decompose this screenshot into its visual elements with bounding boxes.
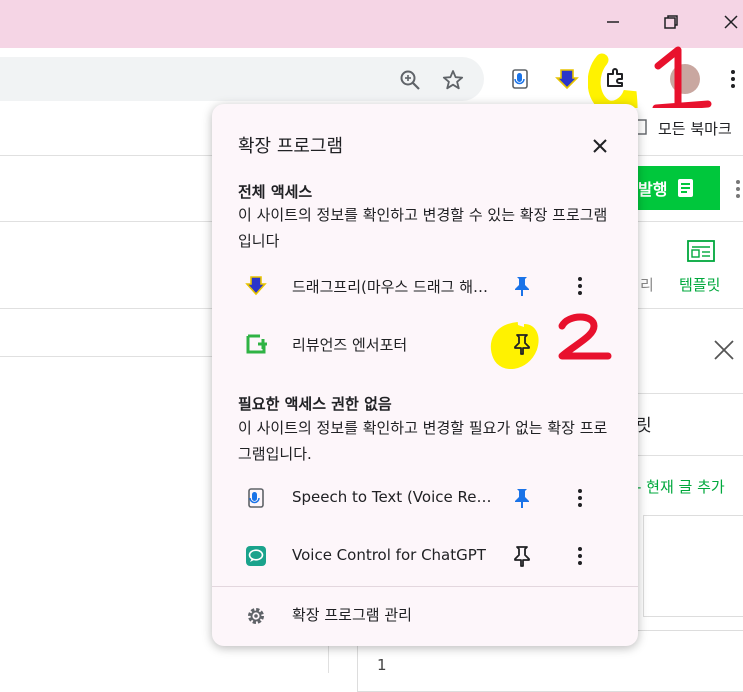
drag-free-toolbar-icon[interactable] [554,66,580,92]
annotation-step-1 [652,46,712,112]
extension-name: 리뷰언즈 엔서포터 [292,336,408,354]
speech-to-text-toolbar-icon[interactable] [507,66,533,92]
full-access-description: 이 사이트의 정보를 확인하고 변경할 수 있는 확장 프로그램입니다 [238,206,608,250]
close-window-icon[interactable] [719,10,743,34]
panel-tab-label[interactable]: 릿 [636,411,652,436]
full-access-heading: 전체 액세스 [238,183,313,201]
more-options-icon[interactable] [568,486,592,510]
speech-to-text-icon [244,486,268,510]
minimize-icon[interactable] [601,10,625,34]
restore-icon[interactable] [659,10,683,34]
template-label[interactable]: 템플릿 [679,274,720,295]
more-options-icon[interactable] [568,544,592,568]
pin-outline-icon[interactable] [510,332,534,356]
window-titlebar [0,0,743,48]
post-card[interactable] [643,515,743,617]
annotation-step-2 [558,313,612,360]
page-more-icon[interactable] [734,178,742,200]
no-access-heading: 필요한 액세스 권한 없음 [238,395,392,413]
bookmark-star-icon[interactable] [441,68,465,92]
drag-free-icon [244,274,268,298]
pin-filled-icon[interactable] [510,274,534,298]
publish-label: 발행 [638,180,668,199]
extension-row-drag-free[interactable]: 드래그프리(마우스 드래그 해제) [212,261,638,311]
zoom-icon[interactable] [398,68,422,92]
add-current-post-link[interactable]: - 현재 글 추가 [636,476,725,497]
manage-extensions-label: 확장 프로그램 관리 [292,606,412,624]
pin-filled-icon[interactable] [510,486,534,510]
extension-row-speech-to-text[interactable]: Speech to Text (Voice Recognition) [212,473,638,523]
reviewers-icon [244,332,268,356]
close-panel-icon[interactable] [711,337,737,363]
pin-outline-icon[interactable] [510,544,534,568]
document-icon [678,179,694,197]
popup-title: 확장 프로그램 [238,136,344,157]
extensions-puzzle-icon[interactable] [602,64,630,92]
template-icon[interactable] [686,238,716,264]
extension-name: Speech to Text (Voice Recognition) [292,488,492,506]
extensions-popup: 확장 프로그램 전체 액세스 이 사이트의 정보를 확인하고 변경할 수 있는 … [212,104,638,646]
voice-control-icon [244,544,268,568]
popup-divider [212,586,638,587]
manage-extensions-button[interactable]: 확장 프로그램 관리 [212,594,638,638]
extension-name: Voice Control for ChatGPT [292,546,486,564]
line-number: 1 [377,656,387,674]
no-access-description: 이 사이트의 정보를 확인하고 변경할 필요가 없는 확장 프로그램입니다. [238,419,608,463]
browser-menu-icon[interactable] [726,67,740,91]
all-bookmarks-label[interactable]: 모든 북마크 [658,118,732,139]
close-icon[interactable] [588,134,612,158]
extension-name: 드래그프리(마우스 드래그 해제) [292,278,492,296]
partial-menu-label[interactable]: 리 [640,274,654,295]
extension-row-voice-control[interactable]: Voice Control for ChatGPT [212,531,638,581]
more-options-icon[interactable] [568,274,592,298]
gear-icon [244,604,268,628]
